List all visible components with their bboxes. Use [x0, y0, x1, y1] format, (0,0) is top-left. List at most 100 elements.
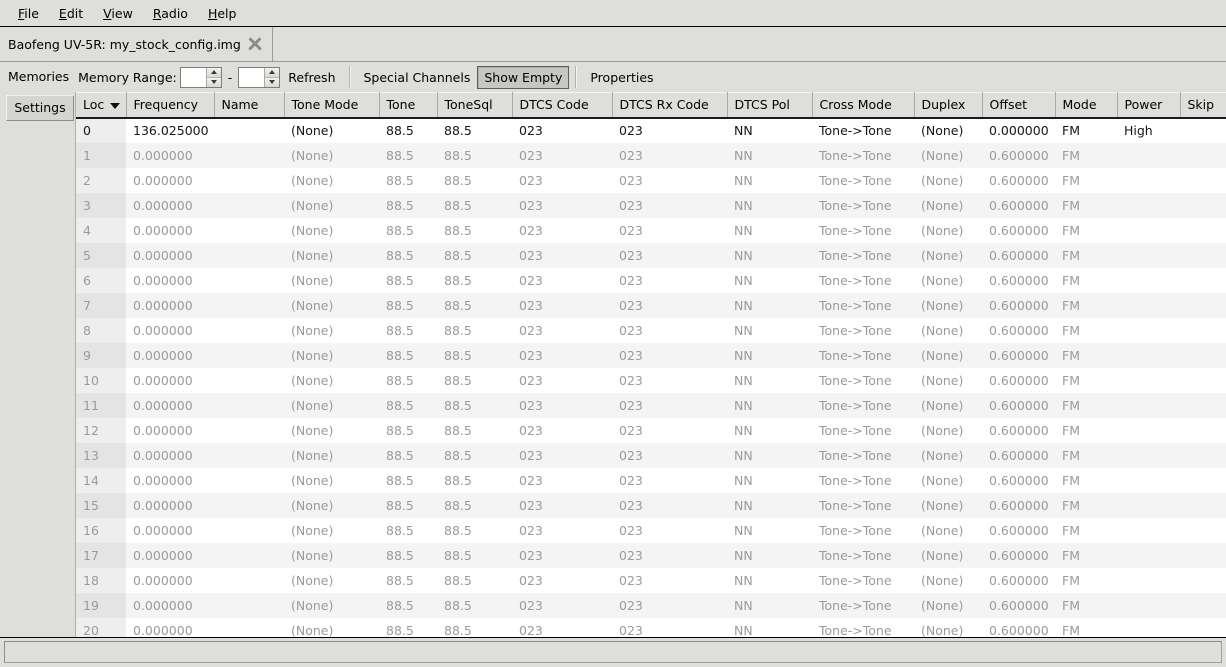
cell-cross_mode[interactable]: Tone->Tone: [812, 218, 914, 243]
cell-cross_mode[interactable]: Tone->Tone: [812, 118, 914, 143]
cell-dtcs_rx[interactable]: 023: [612, 293, 727, 318]
cell-cross_mode[interactable]: Tone->Tone: [812, 393, 914, 418]
table-row[interactable]: 10 0.000000 (None) 88.5 88.5 023 023 NN Tone->To…: [76, 368, 1226, 393]
cell-skip[interactable]: [1180, 218, 1226, 243]
cell-dtcs_pol[interactable]: NN: [727, 168, 812, 193]
cell-skip[interactable]: [1180, 243, 1226, 268]
cell-mode[interactable]: FM: [1055, 243, 1117, 268]
cell-dtcs_pol[interactable]: NN: [727, 468, 812, 493]
cell-tonesql[interactable]: 88.5: [437, 393, 512, 418]
cell-tonesql[interactable]: 88.5: [437, 593, 512, 618]
cell-tone[interactable]: 88.5: [379, 243, 437, 268]
cell-cross_mode[interactable]: Tone->Tone: [812, 168, 914, 193]
cell-skip[interactable]: [1180, 568, 1226, 593]
cell-dtcs_pol[interactable]: NN: [727, 293, 812, 318]
cell-frequency[interactable]: 136.025000: [126, 118, 214, 143]
cell-dtcs_code[interactable]: 023: [512, 418, 612, 443]
cell-dtcs_rx[interactable]: 023: [612, 543, 727, 568]
cell-tonesql[interactable]: 88.5: [437, 418, 512, 443]
cell-name[interactable]: [214, 143, 284, 168]
cell-tonesql[interactable]: 88.5: [437, 468, 512, 493]
cell-dtcs_code[interactable]: 023: [512, 268, 612, 293]
cell-loc[interactable]: 14: [76, 468, 126, 493]
cell-loc[interactable]: 20: [76, 618, 126, 637]
memory-range-to-increment-icon[interactable]: [265, 67, 280, 77]
cell-mode[interactable]: FM: [1055, 468, 1117, 493]
cell-offset[interactable]: 0.000000: [982, 118, 1055, 143]
cell-dtcs_code[interactable]: 023: [512, 568, 612, 593]
cell-cross_mode[interactable]: Tone->Tone: [812, 243, 914, 268]
cell-frequency[interactable]: 0.000000: [126, 468, 214, 493]
cell-mode[interactable]: FM: [1055, 318, 1117, 343]
table-row[interactable]: 19 0.000000 (None) 88.5 88.5 023 023 NN Tone->To…: [76, 593, 1226, 618]
cell-tone[interactable]: 88.5: [379, 168, 437, 193]
table-row[interactable]: 3 0.000000 (None) 88.5 88.5 023 023 NN Tone->Ton…: [76, 193, 1226, 218]
column-header-cross_mode[interactable]: Cross Mode: [812, 92, 915, 119]
cell-skip[interactable]: [1180, 493, 1226, 518]
cell-dtcs_pol[interactable]: NN: [727, 268, 812, 293]
cell-name[interactable]: [214, 293, 284, 318]
cell-frequency[interactable]: 0.000000: [126, 243, 214, 268]
cell-dtcs_pol[interactable]: NN: [727, 193, 812, 218]
table-row[interactable]: 14 0.000000 (None) 88.5 88.5 023 023 NN Tone->To…: [76, 468, 1226, 493]
cell-offset[interactable]: 0.600000: [982, 343, 1055, 368]
cell-dtcs_rx[interactable]: 023: [612, 118, 727, 143]
cell-power[interactable]: [1117, 593, 1180, 618]
cell-skip[interactable]: [1180, 193, 1226, 218]
cell-name[interactable]: [214, 168, 284, 193]
cell-frequency[interactable]: 0.000000: [126, 318, 214, 343]
cell-tonesql[interactable]: 88.5: [437, 443, 512, 468]
cell-loc[interactable]: 11: [76, 393, 126, 418]
cell-loc[interactable]: 19: [76, 593, 126, 618]
cell-frequency[interactable]: 0.000000: [126, 493, 214, 518]
cell-cross_mode[interactable]: Tone->Tone: [812, 143, 914, 168]
cell-tonesql[interactable]: 88.5: [437, 618, 512, 638]
table-row[interactable]: 1 0.000000 (None) 88.5 88.5 023 023 NN Tone->Ton…: [76, 143, 1226, 168]
cell-tone_mode[interactable]: (None): [284, 293, 379, 318]
cell-dtcs_pol[interactable]: NN: [727, 518, 812, 543]
cell-dtcs_rx[interactable]: 023: [612, 268, 727, 293]
cell-loc[interactable]: 6: [76, 268, 126, 293]
cell-tonesql[interactable]: 88.5: [437, 193, 512, 218]
cell-cross_mode[interactable]: Tone->Tone: [812, 193, 914, 218]
cell-frequency[interactable]: 0.000000: [126, 168, 214, 193]
cell-offset[interactable]: 0.600000: [982, 593, 1055, 618]
cell-name[interactable]: [214, 518, 284, 543]
cell-power[interactable]: [1117, 618, 1180, 637]
cell-duplex[interactable]: (None): [914, 543, 982, 568]
cell-frequency[interactable]: 0.000000: [126, 268, 214, 293]
cell-dtcs_rx[interactable]: 023: [612, 218, 727, 243]
cell-mode[interactable]: FM: [1055, 293, 1117, 318]
cell-tone[interactable]: 88.5: [379, 593, 437, 618]
menu-item-view[interactable]: View: [93, 4, 143, 23]
memory-range-to-decrement-icon[interactable]: [265, 76, 280, 87]
cell-name[interactable]: [214, 243, 284, 268]
table-row[interactable]: 8 0.000000 (None) 88.5 88.5 023 023 NN Tone->Ton…: [76, 318, 1226, 343]
table-row[interactable]: 0 136.025000 (None) 88.5 88.5 023 023 NN Tone->T…: [76, 118, 1226, 143]
cell-dtcs_code[interactable]: 023: [512, 118, 612, 143]
cell-tone_mode[interactable]: (None): [284, 143, 379, 168]
column-header-duplex[interactable]: Duplex: [914, 92, 983, 119]
cell-dtcs_rx[interactable]: 023: [612, 368, 727, 393]
cell-offset[interactable]: 0.600000: [982, 618, 1055, 638]
cell-frequency[interactable]: 0.000000: [126, 543, 214, 568]
table-row[interactable]: 12 0.000000 (None) 88.5 88.5 023 023 NN Tone->To…: [76, 418, 1226, 443]
cell-tone_mode[interactable]: (None): [284, 168, 379, 193]
cell-power[interactable]: [1117, 393, 1180, 418]
cell-dtcs_code[interactable]: 023: [512, 618, 612, 638]
cell-tone_mode[interactable]: (None): [284, 568, 379, 593]
cell-mode[interactable]: FM: [1055, 568, 1117, 593]
cell-tone_mode[interactable]: (None): [284, 593, 379, 618]
cell-power[interactable]: [1117, 293, 1180, 318]
cell-tone_mode[interactable]: (None): [284, 343, 379, 368]
cell-tonesql[interactable]: 88.5: [437, 343, 512, 368]
cell-dtcs_rx[interactable]: 023: [612, 393, 727, 418]
cell-tone_mode[interactable]: (None): [284, 518, 379, 543]
cell-tone[interactable]: 88.5: [379, 368, 437, 393]
cell-frequency[interactable]: 0.000000: [126, 568, 214, 593]
cell-power[interactable]: [1117, 368, 1180, 393]
cell-skip[interactable]: [1180, 393, 1226, 418]
cell-dtcs_rx[interactable]: 023: [612, 618, 727, 638]
cell-dtcs_rx[interactable]: 023: [612, 143, 727, 168]
cell-duplex[interactable]: (None): [914, 618, 982, 638]
